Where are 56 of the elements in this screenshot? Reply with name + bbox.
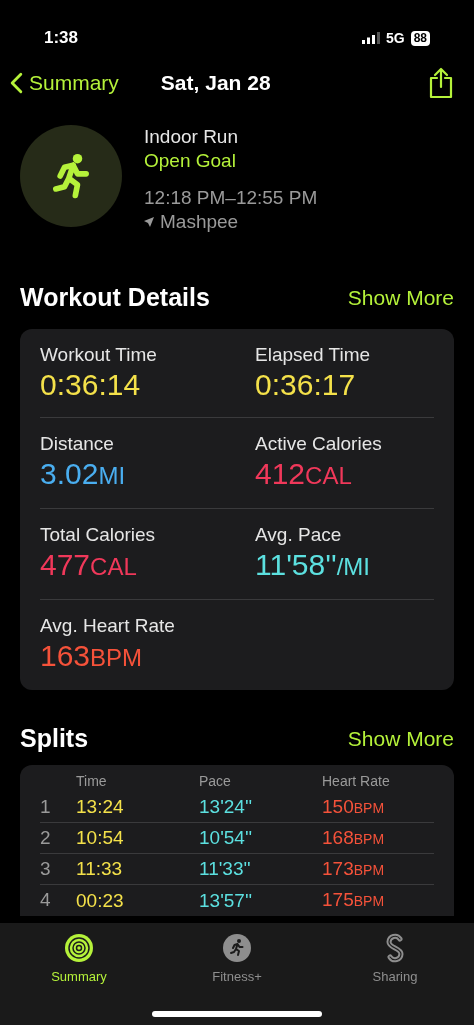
- tab-button[interactable]: Sharing: [345, 933, 445, 987]
- metric-value: 13'24'': [199, 795, 254, 819]
- metric-label: Avg. Pace: [255, 522, 343, 547]
- metric-value: 163BPM: [40, 637, 144, 674]
- metric-value: 13'57'': [199, 888, 254, 913]
- show-more-link[interactable]: Show More: [347, 282, 454, 314]
- section-title: Workout Details: [20, 282, 210, 313]
- metric-label: Active Calories: [255, 431, 383, 456]
- split-number: 3: [40, 856, 52, 881]
- status-time: 1:38: [44, 27, 79, 50]
- network-label: 5G: [385, 28, 405, 48]
- section-title: Splits: [20, 722, 89, 754]
- metric-value: 00:23: [76, 888, 125, 913]
- workout-goal: Open Goal: [144, 149, 237, 173]
- metric-value: 13:24: [76, 795, 125, 819]
- metric-label: Total Calories: [40, 522, 157, 547]
- location-arrow-icon: [144, 217, 154, 227]
- metric-value: 11'58''/MI: [255, 546, 372, 583]
- back-button[interactable]: Summary: [10, 67, 119, 99]
- metric-value: 150BPM: [322, 794, 386, 819]
- metric-value: 173BPM: [322, 856, 386, 881]
- nav-title: Sat, Jan 28: [160, 70, 271, 97]
- metric-value: 11'33'': [199, 857, 252, 881]
- split-number: 4: [40, 888, 52, 913]
- share-icon: [428, 67, 454, 99]
- metric-label: Workout Time: [40, 342, 158, 367]
- back-chevron-icon: [10, 72, 23, 94]
- metric-value: 0:36:17: [255, 366, 357, 403]
- workout-time-range: 12:18 PM–12:55 PM: [144, 186, 318, 210]
- metric-value: 10'54'': [199, 826, 254, 850]
- tab-button[interactable]: Fitness+: [187, 933, 287, 987]
- column-header: Time: [76, 772, 108, 791]
- tab-button[interactable]: Summary: [29, 933, 129, 987]
- share-button[interactable]: [428, 67, 454, 99]
- metric-value: 10:54: [76, 826, 125, 850]
- metric-value: 3.02MI: [40, 455, 127, 492]
- metric-value: 412CAL: [255, 455, 353, 492]
- metric-value: 175BPM: [322, 888, 386, 912]
- metric-value: 168BPM: [322, 825, 386, 850]
- metric-value: 11:33: [76, 857, 124, 881]
- metric-label: Elapsed Time: [255, 342, 372, 367]
- metric-value: 477CAL: [40, 546, 138, 583]
- metric-label: Distance: [40, 431, 115, 456]
- show-more-link[interactable]: Show More: [347, 722, 454, 754]
- metric-label: Avg. Heart Rate: [40, 613, 176, 638]
- split-number: 1: [40, 794, 52, 819]
- column-header: Pace: [199, 772, 232, 791]
- signal-icon: [361, 32, 380, 44]
- runner-icon: [222, 933, 252, 963]
- workout-name: Indoor Run: [144, 125, 239, 149]
- split-number: 2: [40, 825, 52, 850]
- metric-value: 0:36:14: [40, 366, 142, 403]
- workout-location: Mashpee: [160, 210, 239, 234]
- battery-indicator: 88: [410, 30, 430, 46]
- rings-icon: [64, 933, 94, 963]
- column-header: Heart Rate: [322, 772, 391, 791]
